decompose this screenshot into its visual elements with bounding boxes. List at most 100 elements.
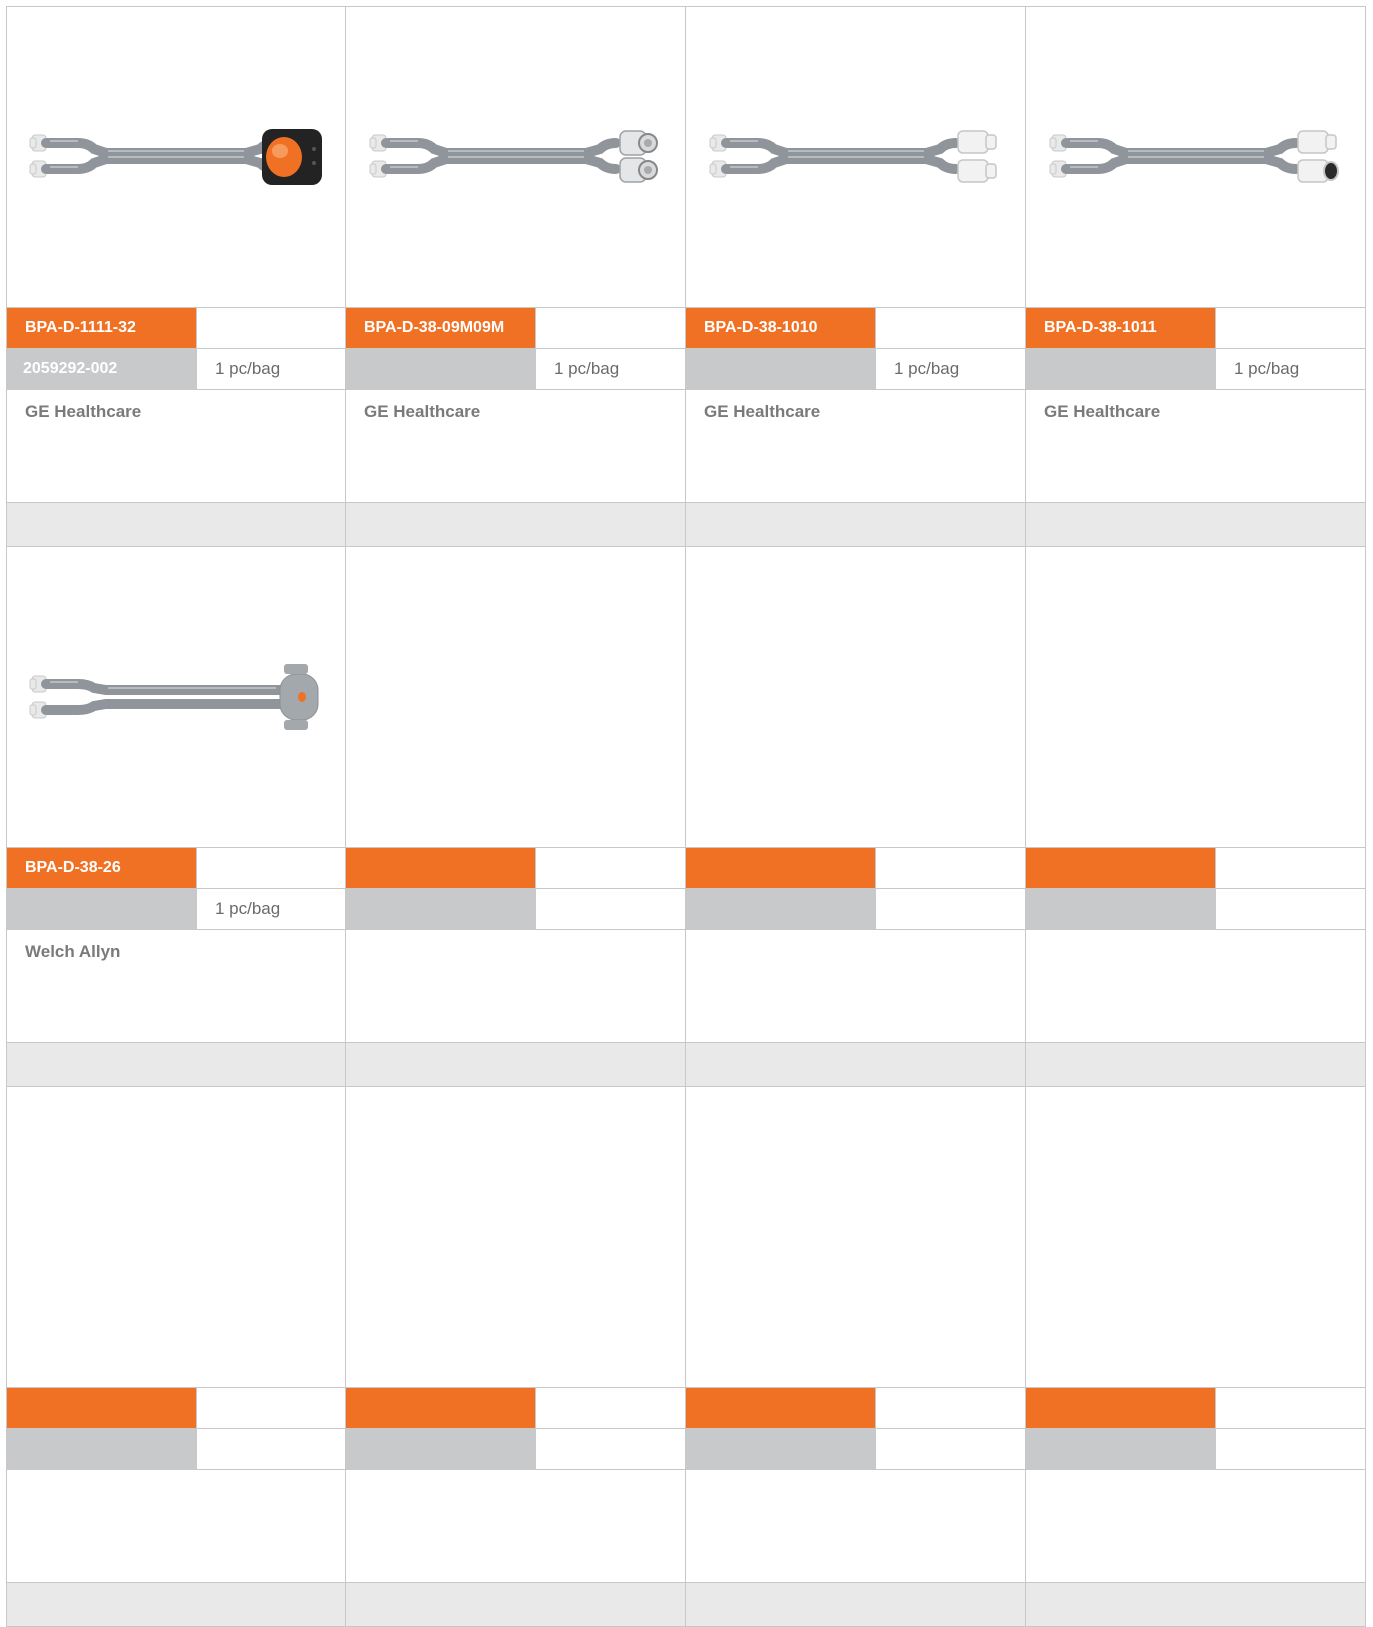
card-footer: [7, 503, 345, 546]
code-blank-cell: [196, 1388, 345, 1428]
pack-quantity: [1215, 1429, 1365, 1469]
pack-quantity: [535, 889, 685, 929]
card-footer: [346, 1583, 685, 1626]
product-row: [6, 1087, 1367, 1627]
oem-reference: [346, 349, 535, 389]
product-image: [346, 7, 685, 308]
code-row: [1026, 1388, 1365, 1429]
code-blank-cell: [196, 848, 345, 888]
hose-gray-clip-connector-icon: [29, 664, 319, 730]
code-row: [686, 1388, 1025, 1429]
card-footer: [7, 1583, 345, 1626]
product-card: [346, 1087, 686, 1627]
pack-quantity: [875, 889, 1025, 929]
code-row: [346, 848, 685, 889]
ref-row: [346, 889, 685, 930]
code-row: [1026, 848, 1365, 889]
manufacturer: GE Healthcare: [346, 390, 685, 503]
product-card: [686, 1087, 1026, 1627]
product-image: [686, 547, 1025, 848]
ref-row: 1 pc/bag: [7, 889, 345, 930]
oem-reference: [346, 889, 535, 929]
product-code: BPA-D-38-1010: [686, 308, 875, 348]
product-code: [686, 1388, 875, 1428]
manufacturer: [346, 1470, 685, 1583]
manufacturer: GE Healthcare: [1026, 390, 1365, 503]
manufacturer: [7, 1470, 345, 1583]
ref-row: 1 pc/bag: [686, 349, 1025, 390]
oem-reference: [686, 1429, 875, 1469]
product-card: BPA-D-38-09M09M 1 pc/bag GE Healthcare: [346, 6, 686, 547]
product-card: BPA-D-38-1011 1 pc/bag GE Healthcare: [1026, 6, 1366, 547]
product-grid: BPA-D-1111-32 2059292-002 1 pc/bag GE He…: [6, 6, 1367, 1627]
product-code: [7, 1388, 196, 1428]
card-footer: [1026, 1583, 1365, 1626]
code-row: BPA-D-38-1011: [1026, 308, 1365, 349]
product-card: BPA-D-38-26 1 pc/bag Welch Allyn: [6, 547, 346, 1087]
product-card: [1026, 547, 1366, 1087]
product-card: [6, 1087, 346, 1627]
hose-white-black-connectors-icon: [1049, 130, 1339, 183]
manufacturer: [686, 930, 1025, 1043]
product-image: [7, 7, 345, 308]
product-code: [346, 1388, 535, 1428]
manufacturer: [1026, 1470, 1365, 1583]
oem-reference: [1026, 1429, 1215, 1469]
ref-row: 1 pc/bag: [346, 349, 685, 390]
product-code: BPA-D-38-1011: [1026, 308, 1215, 348]
oem-reference: [686, 349, 875, 389]
code-row: [7, 1388, 345, 1429]
code-blank-cell: [196, 308, 345, 348]
code-blank-cell: [1215, 1388, 1365, 1428]
pack-quantity: [1215, 889, 1365, 929]
code-blank-cell: [875, 848, 1025, 888]
product-code: BPA-D-38-09M09M: [346, 308, 535, 348]
ref-row: [1026, 1429, 1365, 1470]
oem-reference: [1026, 349, 1215, 389]
card-footer: [686, 503, 1025, 546]
oem-reference: [1026, 889, 1215, 929]
code-blank-cell: [535, 308, 685, 348]
product-image: [1026, 547, 1365, 848]
pack-quantity: [196, 1429, 345, 1469]
card-footer: [1026, 1043, 1365, 1086]
card-footer: [686, 1043, 1025, 1086]
product-image: [1026, 1087, 1365, 1388]
pack-quantity: [875, 1429, 1025, 1469]
hose-orange-grip-connector-icon: [29, 129, 322, 185]
code-row: BPA-D-38-26: [7, 848, 345, 889]
card-footer: [7, 1043, 345, 1086]
product-image: [346, 1087, 685, 1388]
product-card: BPA-D-38-1010 1 pc/bag GE Healthcare: [686, 6, 1026, 547]
product-row: BPA-D-1111-32 2059292-002 1 pc/bag GE He…: [6, 6, 1367, 547]
oem-reference: [346, 1429, 535, 1469]
product-code: [1026, 848, 1215, 888]
card-footer: [346, 503, 685, 546]
ref-row: 2059292-002 1 pc/bag: [7, 349, 345, 390]
product-code: [346, 848, 535, 888]
code-row: BPA-D-38-09M09M: [346, 308, 685, 349]
pack-quantity: 1 pc/bag: [1215, 349, 1365, 389]
card-footer: [686, 1583, 1025, 1626]
product-code: [1026, 1388, 1215, 1428]
product-code: [686, 848, 875, 888]
manufacturer: [1026, 930, 1365, 1043]
pack-quantity: 1 pc/bag: [875, 349, 1025, 389]
product-code: BPA-D-38-26: [7, 848, 196, 888]
code-row: [346, 1388, 685, 1429]
product-card: [346, 547, 686, 1087]
product-image: [686, 7, 1025, 308]
card-footer: [1026, 503, 1365, 546]
hose-twin-white-connectors-icon: [709, 130, 997, 183]
manufacturer: [686, 1470, 1025, 1583]
code-blank-cell: [1215, 308, 1365, 348]
manufacturer: GE Healthcare: [686, 390, 1025, 503]
pack-quantity: [535, 1429, 685, 1469]
product-image: [7, 547, 345, 848]
code-row: BPA-D-1111-32: [7, 308, 345, 349]
ref-row: [686, 1429, 1025, 1470]
hose-twin-metal-connectors-icon: [369, 130, 658, 183]
manufacturer: [346, 930, 685, 1043]
code-blank-cell: [875, 1388, 1025, 1428]
oem-reference: [686, 889, 875, 929]
